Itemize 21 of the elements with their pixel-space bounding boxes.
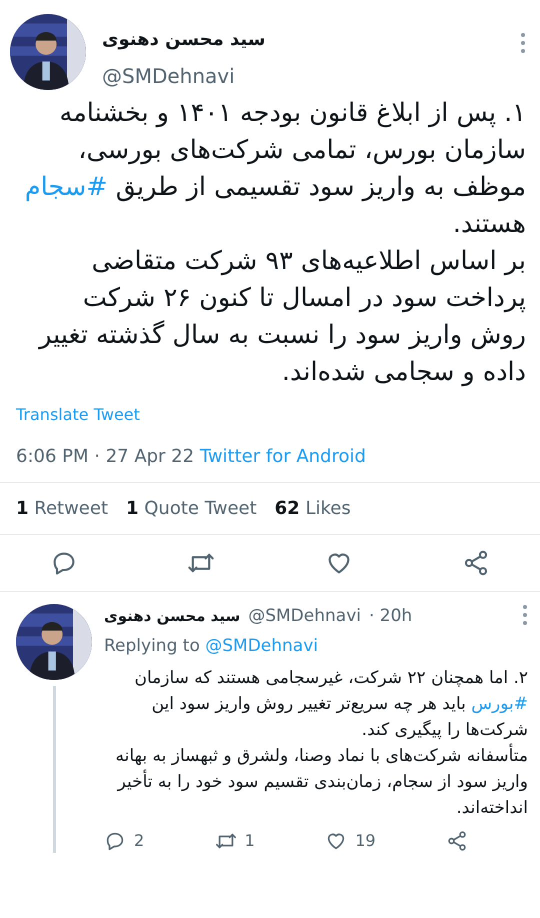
more-icon[interactable] [522, 604, 528, 626]
action-count: 19 [355, 830, 376, 852]
author-name[interactable]: سید محسن دهنوی [104, 605, 240, 628]
tweet-text: ۱. پس از ابلاغ قانون بودجه ۱۴۰۱ و بخشنامه سازمان بورس، تمامی شرکت‌های بورسی، موظف به واریز سود تقسیمی از طریق #سجام هستند. [24, 97, 526, 241]
tweet-age: · 20h [368, 605, 412, 628]
author-handle: @SMDehnavi [102, 63, 236, 90]
share-icon[interactable] [446, 830, 468, 852]
stat-link[interactable]: 1 Quote Tweet [126, 495, 257, 522]
author-handle: @SMDehnavi [248, 605, 361, 628]
timestamp: 6:06 PM · 27 Apr 22 [16, 446, 196, 467]
tweet-text: متأسفانه شرکت‌های با نماد وصنا، ولشرق و ثبهساز به بهانه واریز سود از سجام، زمان‌بندی تقسیم سود خود را به تأخیر انداخته‌اند. [104, 743, 528, 821]
more-icon[interactable] [520, 32, 526, 54]
stat-link[interactable]: 62 Likes [274, 495, 351, 522]
tweet-text: ۲. اما همچنان ۲۲ شرکت، غیرسجامی هستند که سازمان #بورس باید هر چه سریع‌تر تغییر روش واریز سود این شرکت‌ها را پیگیری کند. [133, 667, 528, 742]
action-count: 1 [244, 830, 255, 852]
tweet-text: بر اساس اطلاعیه‌های ۹۳ شرکت متقاضی پرداخت سود در امسال تا کنون ۲۶ شرکت روش واریز سود را نسبت به سال گذشته تغییر داده و سجامی شده‌اند. [37, 245, 526, 389]
reply-icon[interactable] [104, 830, 126, 852]
replying-label: Replying to [104, 636, 201, 656]
stat-link[interactable]: 1 Retweet [16, 495, 108, 522]
author-name[interactable]: سید محسن دهنوی [102, 26, 504, 53]
action-count: 2 [134, 830, 144, 852]
